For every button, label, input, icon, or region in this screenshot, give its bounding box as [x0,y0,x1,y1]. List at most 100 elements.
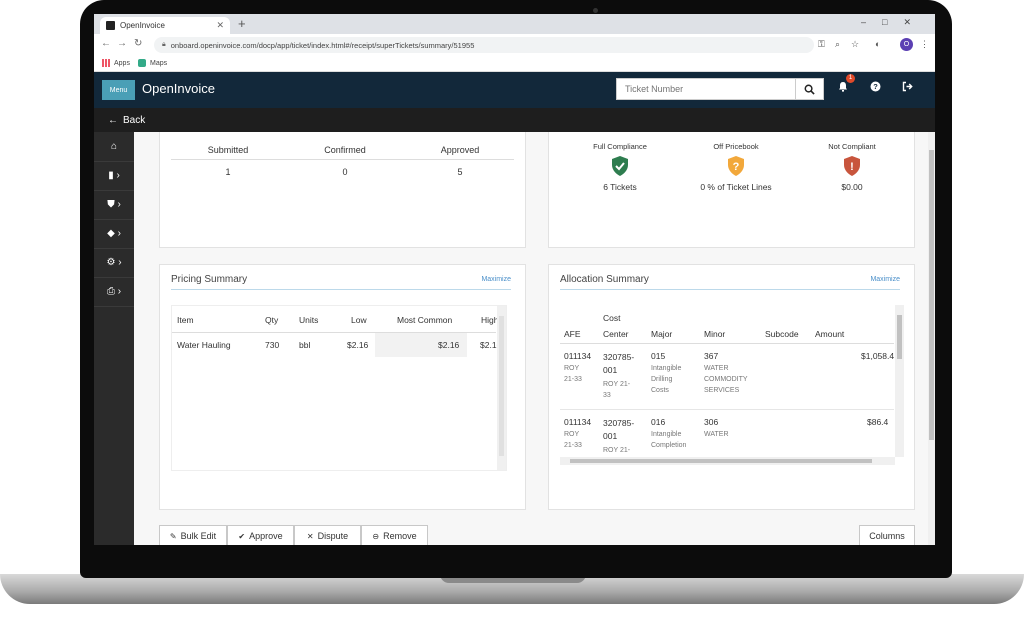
scroll-thumb[interactable] [897,315,902,359]
col-low: Low [351,315,367,325]
home-icon: ⌂ [110,141,118,152]
scroll-thumb[interactable] [499,316,504,456]
col-most-common: Most Common [397,315,453,325]
scroll-thumb[interactable] [929,150,934,440]
bookmarks-bar: Apps Maps [94,56,935,72]
svg-text:!: ! [850,161,854,173]
sidebar-item-documents[interactable]: ▮ › [94,161,134,191]
gear-icon: ⚙ › [106,257,122,268]
bell-icon[interactable] [838,81,848,95]
check-shield-icon [612,156,628,176]
maps-icon [138,59,146,67]
ticket-icon: ◆ › [107,228,121,239]
brand-title: OpenInvoice [142,81,215,96]
main-content: Submitted 1 Confirmed 0 Approved 5 Full … [134,132,935,545]
browser-tab-bar: OpenInvoice ✕ + –□✕ [94,14,935,34]
col-qty: Qty [265,315,279,325]
allocation-maximize-link[interactable]: Maximize [870,276,900,283]
browser-tab[interactable]: OpenInvoice ✕ [100,17,230,34]
logout-icon[interactable] [902,81,913,95]
sidebar-item-settings[interactable]: ⚙ › [94,248,134,278]
allocation-vertical-scrollbar[interactable] [895,305,904,457]
search-button[interactable] [796,78,824,100]
profile-avatar[interactable]: O [900,38,913,51]
extension-icon[interactable]: ◐ [875,39,880,49]
star-icon[interactable]: ☆ [851,39,859,50]
allocation-horizontal-scrollbar[interactable] [560,457,895,465]
sidebar-item-home[interactable]: ⌂ [94,132,134,162]
url-bar[interactable]: 🔒︎ onboard.openinvoice.com/docp/app/tick… [154,37,814,53]
search-icon [804,84,815,95]
back-arrow-icon: ← [108,114,118,126]
allocation-summary-panel: Allocation Summary Maximize AFE Cost Cen… [548,264,915,510]
stat-submitted: Submitted 1 [207,145,249,177]
reload-icon[interactable]: ↻ [134,38,142,49]
sidebar-item-print[interactable]: ⎙ › [94,277,134,307]
favicon-icon [106,21,115,30]
col-item: Item [177,315,194,325]
col-center: Center [603,329,629,339]
row-divider [560,409,894,410]
close-tab-icon[interactable]: ✕ [216,20,224,31]
app-header: Menu OpenInvoice 1 ? [94,72,935,108]
key-icon[interactable]: ⚿ [818,39,825,50]
sidebar-item-tickets[interactable]: ◆ › [94,219,134,249]
pricing-scrollbar[interactable] [497,306,506,470]
col-high: High [481,315,499,325]
back-link[interactable]: ← Back [94,108,935,132]
svg-text:?: ? [873,82,878,91]
pricing-summary-title: Pricing Summary [171,274,248,285]
help-icon[interactable]: ? [870,81,881,95]
screen: OpenInvoice ✕ + –□✕ ← → ↻ 🔒︎ onboard.ope… [94,14,935,545]
dispute-button[interactable]: ✕ Dispute [294,525,361,545]
col-amount: Amount [815,329,845,339]
zoom-icon[interactable]: ⌕ [835,39,840,50]
compliance-off-pricebook: Off Pricebook ? 0 % of Ticket Lines [700,142,772,192]
sidebar: ⌂ ▮ › ⛊ › ◆ › ⚙ › ⎙ › [94,132,134,545]
document-icon: ▮ › [108,170,120,181]
pricing-maximize-link[interactable]: Maximize [481,276,511,283]
window-controls[interactable]: –□✕ [861,17,927,28]
compliance-full: Full Compliance 6 Tickets [593,142,647,192]
url-text: onboard.openinvoice.com/docp/app/ticket/… [170,40,475,50]
col-major: Major [651,329,673,339]
compliance-panel: Full Compliance 6 Tickets Off Pricebook … [548,132,915,248]
camera-dot [593,8,598,13]
lock-icon: 🔒︎ [162,41,166,48]
address-bar-row: ← → ↻ 🔒︎ onboard.openinvoice.com/docp/ap… [94,34,935,57]
alert-shield-icon: ! [844,156,860,176]
sidebar-item-compliance[interactable]: ⛊ › [94,190,134,220]
minus-circle-icon: ⊖ [372,531,380,541]
col-units: Units [299,315,319,325]
new-tab-icon[interactable]: + [238,16,246,31]
page-scrollbar[interactable] [928,132,935,545]
scroll-thumb[interactable] [570,459,872,463]
x-icon: ✕ [306,531,314,541]
pencil-icon: ✎ [169,531,177,541]
allocation-summary-title: Allocation Summary [560,274,649,285]
remove-button[interactable]: ⊖ Remove [361,525,428,545]
col-minor: Minor [704,329,726,339]
shield-icon: ⛊ › [107,199,121,210]
menu-button[interactable]: Menu [102,80,135,100]
pricing-table: Item Qty Units Low Most Common High Wate… [171,305,507,471]
compliance-not-compliant: Not Compliant ! $0.00 [828,142,876,192]
bulk-edit-button[interactable]: ✎ Bulk Edit [159,525,227,545]
svg-text:?: ? [733,161,740,173]
forward-arrow-icon[interactable]: → [117,38,127,49]
stat-approved: Approved 5 [440,145,480,177]
bookmark-maps[interactable]: Maps [138,59,167,67]
back-arrow-icon[interactable]: ← [101,38,111,49]
print-icon: ⎙ › [106,286,122,297]
browser-menu-icon[interactable]: ⋮ [920,39,929,50]
bookmark-apps[interactable]: Apps [102,59,130,67]
ticket-number-input[interactable] [616,78,796,100]
title-underline [560,289,900,290]
approve-button[interactable]: ✔ Approve [227,525,294,545]
columns-button[interactable]: Columns [859,525,915,545]
stat-confirmed: Confirmed 0 [324,145,366,177]
pricing-summary-panel: Pricing Summary Maximize Item Qty Units … [159,264,526,510]
allocation-table: AFE Cost Center Major Minor Subcode Amou… [560,305,904,469]
col-cost: Cost [603,313,621,323]
col-subcode: Subcode [765,329,799,339]
